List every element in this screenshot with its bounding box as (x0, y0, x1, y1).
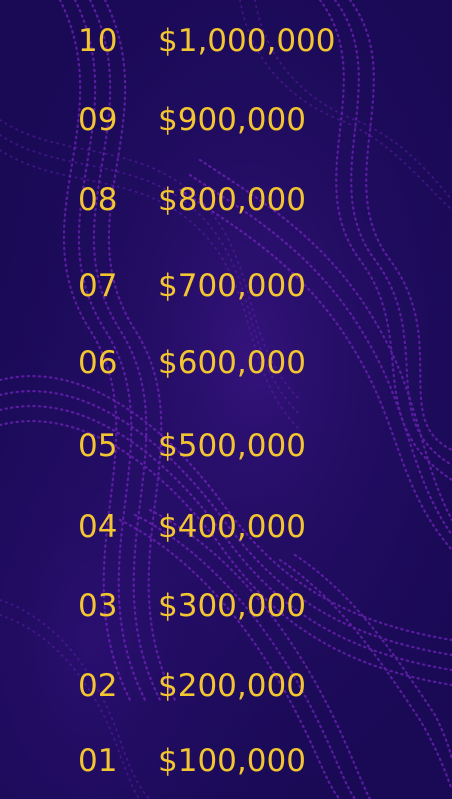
prize-level-number: 06 (78, 345, 118, 381)
prize-level-number: 09 (78, 102, 118, 138)
prize-amount: $300,000 (158, 588, 306, 624)
prize-level-number: 05 (78, 428, 118, 464)
prize-amount: $900,000 (158, 102, 306, 138)
prize-level-number: 10 (78, 23, 118, 59)
prize-level-number: 04 (78, 509, 118, 545)
prize-row-06: 06 $600,000 (78, 343, 306, 383)
prize-row-05: 05 $500,000 (78, 426, 306, 466)
prize-row-10: 10 $1,000,000 (78, 21, 336, 61)
prize-level-number: 07 (78, 268, 118, 304)
prize-level-number: 01 (78, 743, 118, 779)
prize-amount: $700,000 (158, 268, 306, 304)
prize-amount: $500,000 (158, 428, 306, 464)
prize-amount: $1,000,000 (158, 23, 336, 59)
prize-amount: $100,000 (158, 743, 306, 779)
prize-level-number: 03 (78, 588, 118, 624)
prize-row-09: 09 $900,000 (78, 100, 306, 140)
prize-row-02: 02 $200,000 (78, 666, 306, 706)
prize-ladder: 10 $1,000,000 09 $900,000 08 $800,000 07… (0, 0, 452, 799)
prize-amount: $800,000 (158, 182, 306, 218)
prize-row-07: 07 $700,000 (78, 266, 306, 306)
prize-amount: $200,000 (158, 668, 306, 704)
prize-amount: $600,000 (158, 345, 306, 381)
prize-level-number: 02 (78, 668, 118, 704)
prize-row-04: 04 $400,000 (78, 507, 306, 547)
prize-row-01: 01 $100,000 (78, 741, 306, 781)
prize-amount: $400,000 (158, 509, 306, 545)
prize-level-number: 08 (78, 182, 118, 218)
prize-row-08: 08 $800,000 (78, 180, 306, 220)
prize-row-03: 03 $300,000 (78, 586, 306, 626)
